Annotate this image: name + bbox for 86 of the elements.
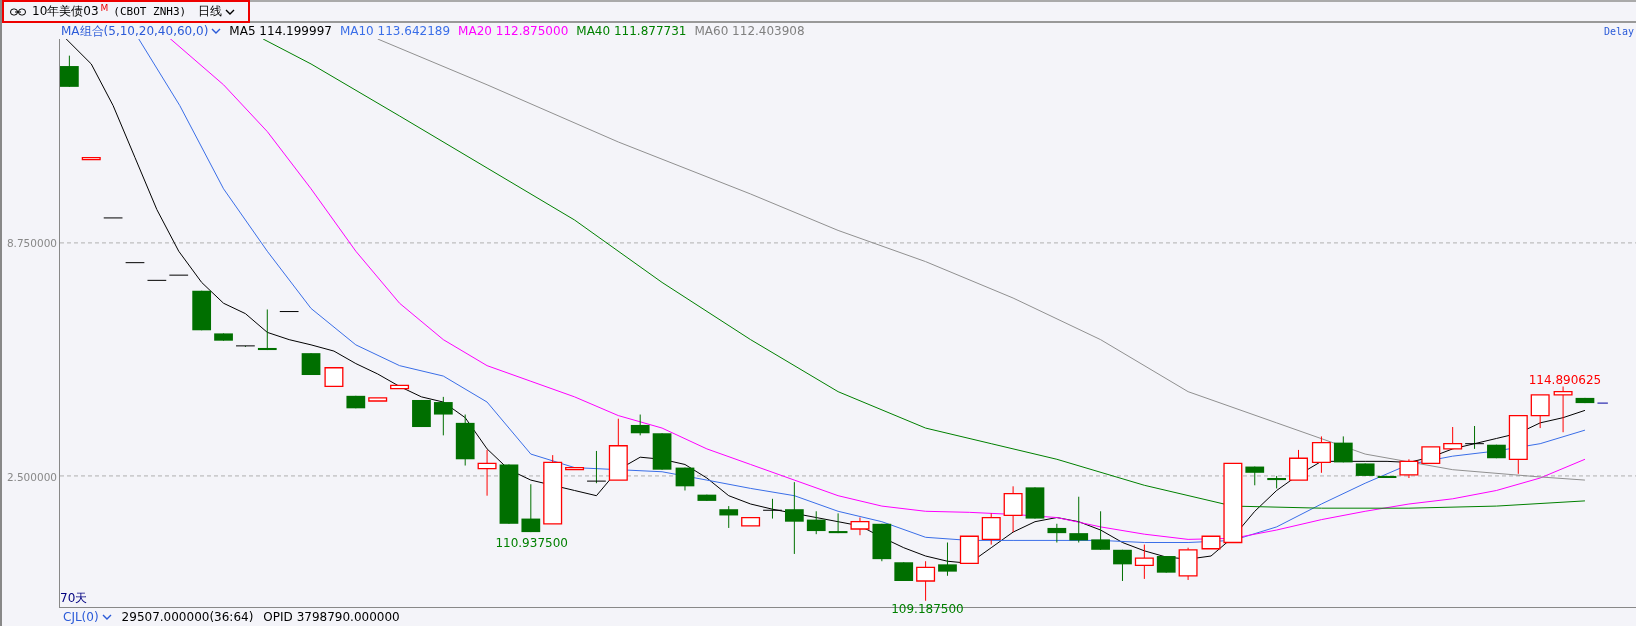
ma-value: MA60 112.403908 xyxy=(694,24,805,38)
period-dropdown[interactable]: 日线 xyxy=(198,3,236,20)
axis-label: 8.750000 xyxy=(6,237,57,250)
candlestick xyxy=(719,505,739,529)
candlestick xyxy=(1289,449,1308,481)
candlestick xyxy=(324,367,344,388)
ma-value: MA5 114.199997 xyxy=(229,24,332,38)
candlestick xyxy=(1355,462,1375,477)
price-label: 109.187500 xyxy=(891,602,964,617)
candlestick xyxy=(1333,435,1353,463)
delay-status: Delay xyxy=(1603,25,1635,37)
caret-icon xyxy=(101,614,112,620)
candlestick xyxy=(1508,414,1528,475)
candlestick xyxy=(828,512,848,534)
candlestick xyxy=(168,274,189,276)
candlestick xyxy=(1553,385,1573,433)
candlestick xyxy=(1201,535,1221,550)
ma-value: MA10 113.642189 xyxy=(339,24,451,38)
candlestick xyxy=(147,279,167,281)
candlestick xyxy=(390,384,410,390)
candlestick xyxy=(916,560,936,602)
candlestick xyxy=(981,512,1001,546)
candlestick xyxy=(521,483,541,533)
candlestick xyxy=(630,414,650,436)
axis-label: 2.500000 xyxy=(6,470,57,483)
candlestick xyxy=(1464,425,1485,450)
indicator-value: OPID 3798790.000000 xyxy=(263,610,400,624)
caret-icon xyxy=(225,8,236,15)
candlestick xyxy=(477,449,497,497)
candlestick xyxy=(1025,486,1045,520)
candlestick xyxy=(412,399,431,428)
candlestick xyxy=(894,561,914,582)
candlestick xyxy=(1003,485,1023,533)
candlestick xyxy=(499,464,519,525)
candlestick xyxy=(806,510,826,535)
candlestick xyxy=(1399,458,1419,479)
candlestick xyxy=(1267,475,1286,489)
candlestick xyxy=(1575,397,1595,404)
candlestick xyxy=(346,395,366,409)
candlestick xyxy=(1443,426,1463,450)
ma-value: MA20 112.875000 xyxy=(458,24,569,38)
market-label: M xyxy=(100,3,109,13)
candlestick xyxy=(125,262,145,264)
candlestick xyxy=(1530,394,1550,429)
candlestick xyxy=(1245,466,1265,486)
range-label: 70天 xyxy=(60,590,88,607)
candlestick xyxy=(60,55,79,88)
candlestick xyxy=(1134,544,1154,580)
candlestick xyxy=(1487,444,1506,459)
candlestick xyxy=(543,454,563,525)
price-label: 110.937500 xyxy=(495,535,568,550)
candlestick xyxy=(675,467,695,491)
instrument-title: 10年美债03 xyxy=(32,3,99,20)
candlestick xyxy=(192,290,212,331)
candlestick xyxy=(1047,523,1067,543)
price-marker xyxy=(1596,402,1609,404)
candlestick xyxy=(103,217,123,219)
candlestick xyxy=(1311,435,1331,474)
candlestick xyxy=(697,494,717,502)
price-label: 114.890625 xyxy=(1528,373,1602,388)
instrument-code: (CBOT ZNH3) xyxy=(113,5,187,18)
caret-icon xyxy=(211,28,222,34)
ma-value: MA40 111.877731 xyxy=(576,24,687,38)
candlestick xyxy=(1091,510,1110,551)
candlestick xyxy=(279,311,300,313)
ma-selector[interactable]: MA组合(5,10,20,40,60,0) xyxy=(61,22,222,40)
candlestick xyxy=(455,414,475,466)
candlestick xyxy=(1377,475,1397,478)
indicator-value: 29507.000000(36:64) xyxy=(121,610,254,624)
candlestick xyxy=(1156,555,1176,574)
candlestick xyxy=(1113,549,1132,582)
candlestick xyxy=(872,523,892,562)
candlestick xyxy=(1421,446,1441,465)
link-icon xyxy=(10,7,26,16)
candlestick xyxy=(652,432,672,471)
candlestick xyxy=(81,156,101,161)
candlestick xyxy=(1069,496,1089,543)
indicator-selector[interactable]: CJL(0) xyxy=(63,610,112,624)
candlestick xyxy=(214,332,233,342)
candlestick xyxy=(938,542,957,577)
candlestick xyxy=(368,397,388,402)
candlestick xyxy=(301,352,321,376)
candlestick xyxy=(1178,547,1198,581)
candlestick xyxy=(850,517,870,536)
candlestick xyxy=(433,396,453,436)
candlestick xyxy=(959,535,979,564)
